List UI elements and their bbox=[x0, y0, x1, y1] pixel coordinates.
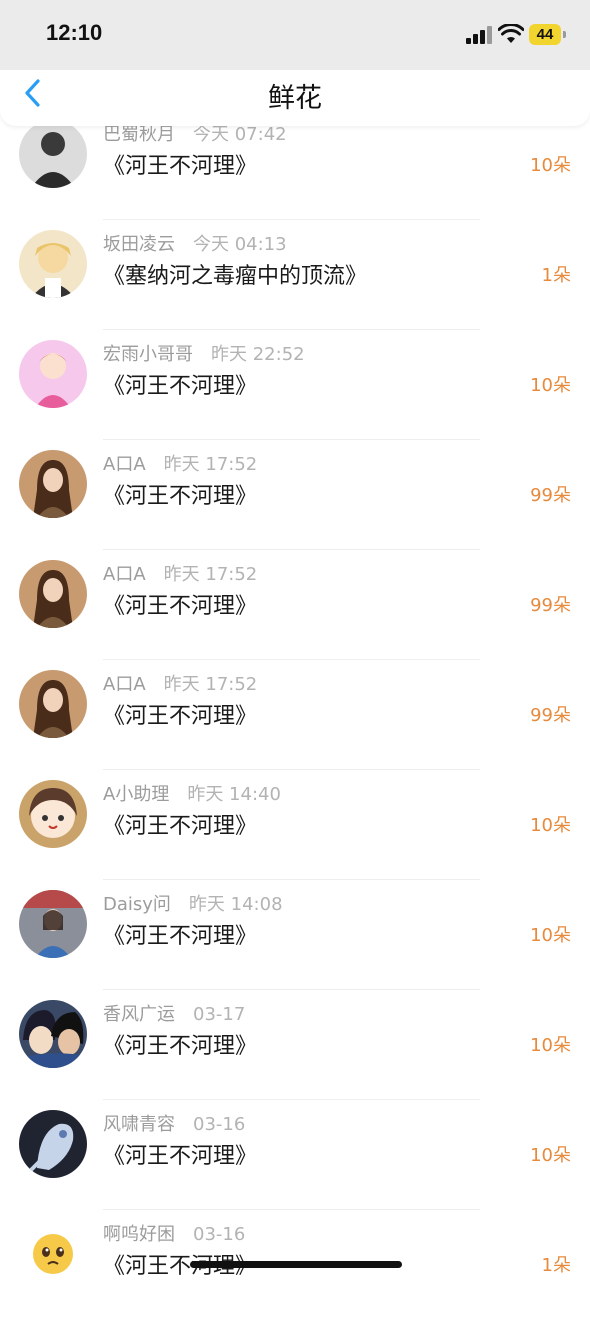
status-bar: 12:10 44 bbox=[0, 0, 590, 70]
sender-name: Daisy问 bbox=[103, 894, 171, 915]
list-item[interactable]: 风啸青容 03-16 《河王不河理》 10朵 bbox=[0, 1100, 590, 1210]
flower-count: 99朵 bbox=[530, 705, 571, 726]
book-title: 《河王不河理》 bbox=[103, 1144, 258, 1169]
send-time: 昨天 17:52 bbox=[163, 564, 258, 585]
sender-name: A小助理 bbox=[103, 784, 170, 805]
sender-info: 啊呜好困 03-16 bbox=[103, 1220, 245, 1246]
send-time: 昨天 14:40 bbox=[187, 784, 281, 805]
sender-info: 宏雨小哥哥 昨天 22:52 bbox=[103, 340, 305, 366]
sender-name: 宏雨小哥哥 bbox=[103, 344, 193, 365]
battery-icon: 44 bbox=[529, 24, 566, 45]
send-time: 03-17 bbox=[193, 1004, 246, 1025]
send-time: 昨天 17:52 bbox=[163, 454, 258, 475]
list-item[interactable]: A口A 昨天 17:52 《河王不河理》 99朵 bbox=[0, 550, 590, 660]
avatar[interactable] bbox=[19, 560, 87, 628]
avatar[interactable] bbox=[19, 450, 87, 518]
book-title: 《河王不河理》 bbox=[103, 484, 258, 509]
sender-info: 坂田凌云 今天 04:13 bbox=[103, 230, 287, 256]
flower-count: 1朵 bbox=[541, 265, 571, 286]
list-item[interactable]: 香风广运 03-17 《河王不河理》 10朵 bbox=[0, 990, 590, 1100]
list-item[interactable]: A口A 昨天 17:52 《河王不河理》 99朵 bbox=[0, 660, 590, 770]
book-title: 《河王不河理》 bbox=[103, 704, 258, 729]
flower-count: 1朵 bbox=[541, 1255, 571, 1276]
list-item[interactable]: A小助理 昨天 14:40 《河王不河理》 10朵 bbox=[0, 770, 590, 880]
avatar[interactable] bbox=[19, 120, 87, 188]
list-item[interactable]: 坂田凌云 今天 04:13 《塞纳河之毒瘤中的顶流》 1朵 bbox=[0, 220, 590, 330]
sender-info: A口A 昨天 17:52 bbox=[103, 560, 257, 586]
avatar[interactable] bbox=[19, 1220, 87, 1288]
flower-count: 10朵 bbox=[530, 375, 571, 396]
flower-count: 99朵 bbox=[530, 485, 571, 506]
sender-name: 风啸青容 bbox=[103, 1114, 175, 1135]
avatar[interactable] bbox=[19, 230, 87, 298]
sender-name: A口A bbox=[103, 454, 146, 475]
send-time: 昨天 17:52 bbox=[163, 674, 258, 695]
flower-count: 10朵 bbox=[530, 815, 571, 836]
page-title: 鲜花 bbox=[268, 83, 322, 114]
sender-name: 坂田凌云 bbox=[103, 234, 175, 255]
list-item[interactable]: Daisy问 昨天 14:08 《河王不河理》 10朵 bbox=[0, 880, 590, 990]
book-title: 《河王不河理》 bbox=[103, 594, 258, 619]
send-time: 昨天 22:52 bbox=[211, 344, 305, 365]
flower-count: 10朵 bbox=[530, 1035, 571, 1056]
avatar[interactable] bbox=[19, 1110, 87, 1178]
book-title: 《河王不河理》 bbox=[103, 154, 258, 179]
send-time: 今天 07:42 bbox=[193, 124, 287, 145]
avatar[interactable] bbox=[19, 670, 87, 738]
book-title: 《河王不河理》 bbox=[103, 1034, 258, 1059]
list-item[interactable]: A口A 昨天 17:52 《河王不河理》 99朵 bbox=[0, 440, 590, 550]
sender-info: A口A 昨天 17:52 bbox=[103, 670, 257, 696]
flower-count: 10朵 bbox=[530, 925, 571, 946]
book-title: 《河王不河理》 bbox=[103, 374, 258, 399]
book-title: 《河王不河理》 bbox=[103, 924, 258, 949]
sender-name: 啊呜好困 bbox=[103, 1224, 175, 1245]
sender-name: A口A bbox=[103, 564, 146, 585]
sender-info: Daisy问 昨天 14:08 bbox=[103, 890, 283, 916]
book-title: 《塞纳河之毒瘤中的顶流》 bbox=[103, 264, 368, 289]
avatar[interactable] bbox=[19, 890, 87, 958]
home-indicator[interactable] bbox=[190, 1261, 402, 1268]
list-item[interactable]: 巴蜀秋月 今天 07:42 《河王不河理》 10朵 bbox=[0, 110, 590, 220]
sender-info: 风啸青容 03-16 bbox=[103, 1110, 245, 1136]
sender-info: A小助理 昨天 14:40 bbox=[103, 780, 281, 806]
send-time: 03-16 bbox=[193, 1114, 246, 1135]
book-title: 《河王不河理》 bbox=[103, 814, 258, 839]
sender-info: A口A 昨天 17:52 bbox=[103, 450, 257, 476]
flower-count: 10朵 bbox=[530, 155, 571, 176]
sender-name: A口A bbox=[103, 674, 146, 695]
avatar[interactable] bbox=[19, 1000, 87, 1068]
signal-icon bbox=[466, 26, 492, 44]
wifi-icon bbox=[498, 24, 524, 43]
avatar[interactable] bbox=[19, 780, 87, 848]
sender-name: 香风广运 bbox=[103, 1004, 175, 1025]
send-time: 03-16 bbox=[193, 1224, 246, 1245]
list-item[interactable]: 宏雨小哥哥 昨天 22:52 《河王不河理》 10朵 bbox=[0, 330, 590, 440]
avatar[interactable] bbox=[19, 340, 87, 408]
status-time: 12:10 bbox=[46, 20, 103, 45]
sender-name: 巴蜀秋月 bbox=[103, 124, 175, 145]
flower-count: 10朵 bbox=[530, 1145, 571, 1166]
send-time: 今天 04:13 bbox=[193, 234, 287, 255]
send-time: 昨天 14:08 bbox=[188, 894, 283, 915]
sender-info: 香风广运 03-17 bbox=[103, 1000, 245, 1026]
flower-count: 99朵 bbox=[530, 595, 571, 616]
